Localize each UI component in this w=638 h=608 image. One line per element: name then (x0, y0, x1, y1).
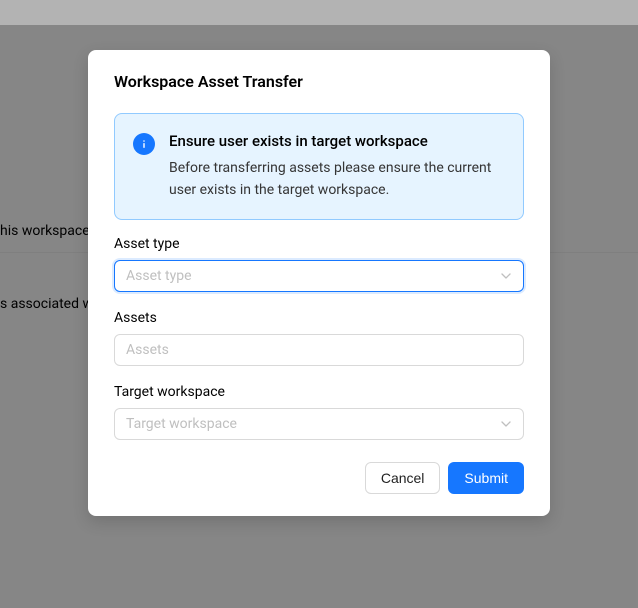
assets-placeholder: Assets (126, 342, 169, 358)
modal-footer: Cancel Submit (114, 462, 524, 494)
info-icon (133, 133, 155, 155)
target-workspace-label: Target workspace (114, 384, 524, 400)
target-workspace-select[interactable]: Target workspace (114, 408, 524, 440)
chevron-down-icon (500, 270, 512, 282)
workspace-asset-transfer-modal: Workspace Asset Transfer Ensure user exi… (88, 50, 550, 516)
alert-content: Ensure user exists in target workspace B… (169, 132, 505, 201)
asset-type-field: Asset type Asset type (114, 236, 524, 292)
alert-title: Ensure user exists in target workspace (169, 132, 505, 150)
cancel-button[interactable]: Cancel (365, 462, 441, 494)
asset-type-placeholder: Asset type (126, 268, 192, 284)
info-alert: Ensure user exists in target workspace B… (114, 113, 524, 220)
modal-title: Workspace Asset Transfer (114, 72, 524, 91)
target-workspace-field: Target workspace Target workspace (114, 384, 524, 440)
target-workspace-placeholder: Target workspace (126, 416, 237, 432)
assets-field: Assets Assets (114, 310, 524, 366)
assets-select[interactable]: Assets (114, 334, 524, 366)
asset-type-label: Asset type (114, 236, 524, 252)
alert-description: Before transferring assets please ensure… (169, 158, 505, 201)
chevron-down-icon (500, 418, 512, 430)
assets-label: Assets (114, 310, 524, 326)
submit-button[interactable]: Submit (448, 462, 524, 494)
asset-type-select[interactable]: Asset type (114, 260, 524, 292)
background-top-bar (0, 0, 638, 25)
